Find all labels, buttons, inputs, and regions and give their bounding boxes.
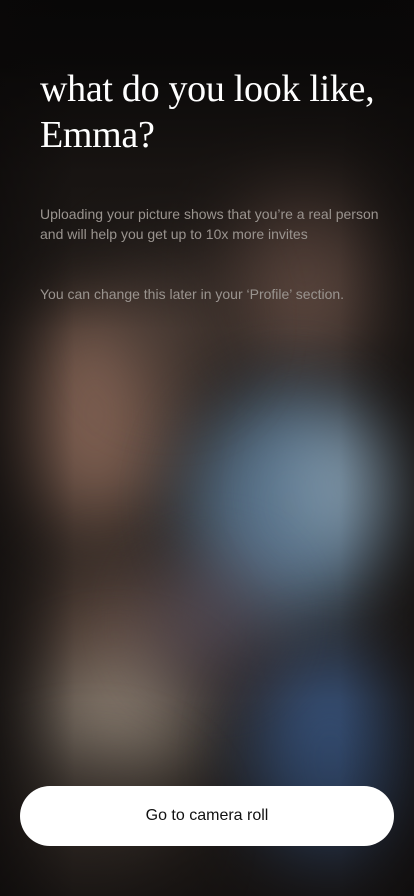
profile-note-text: You can change this later in your ‘Profi…: [40, 286, 345, 302]
onboarding-screen: what do you look like, Emma? Uploading y…: [0, 0, 414, 896]
go-to-camera-roll-button[interactable]: Go to camera roll: [20, 786, 394, 846]
description-text: Uploading your picture shows that you’re…: [40, 206, 379, 242]
page-title: what do you look like, Emma?: [40, 68, 375, 156]
onboarding-content: what do you look like, Emma? Uploading y…: [40, 66, 390, 304]
